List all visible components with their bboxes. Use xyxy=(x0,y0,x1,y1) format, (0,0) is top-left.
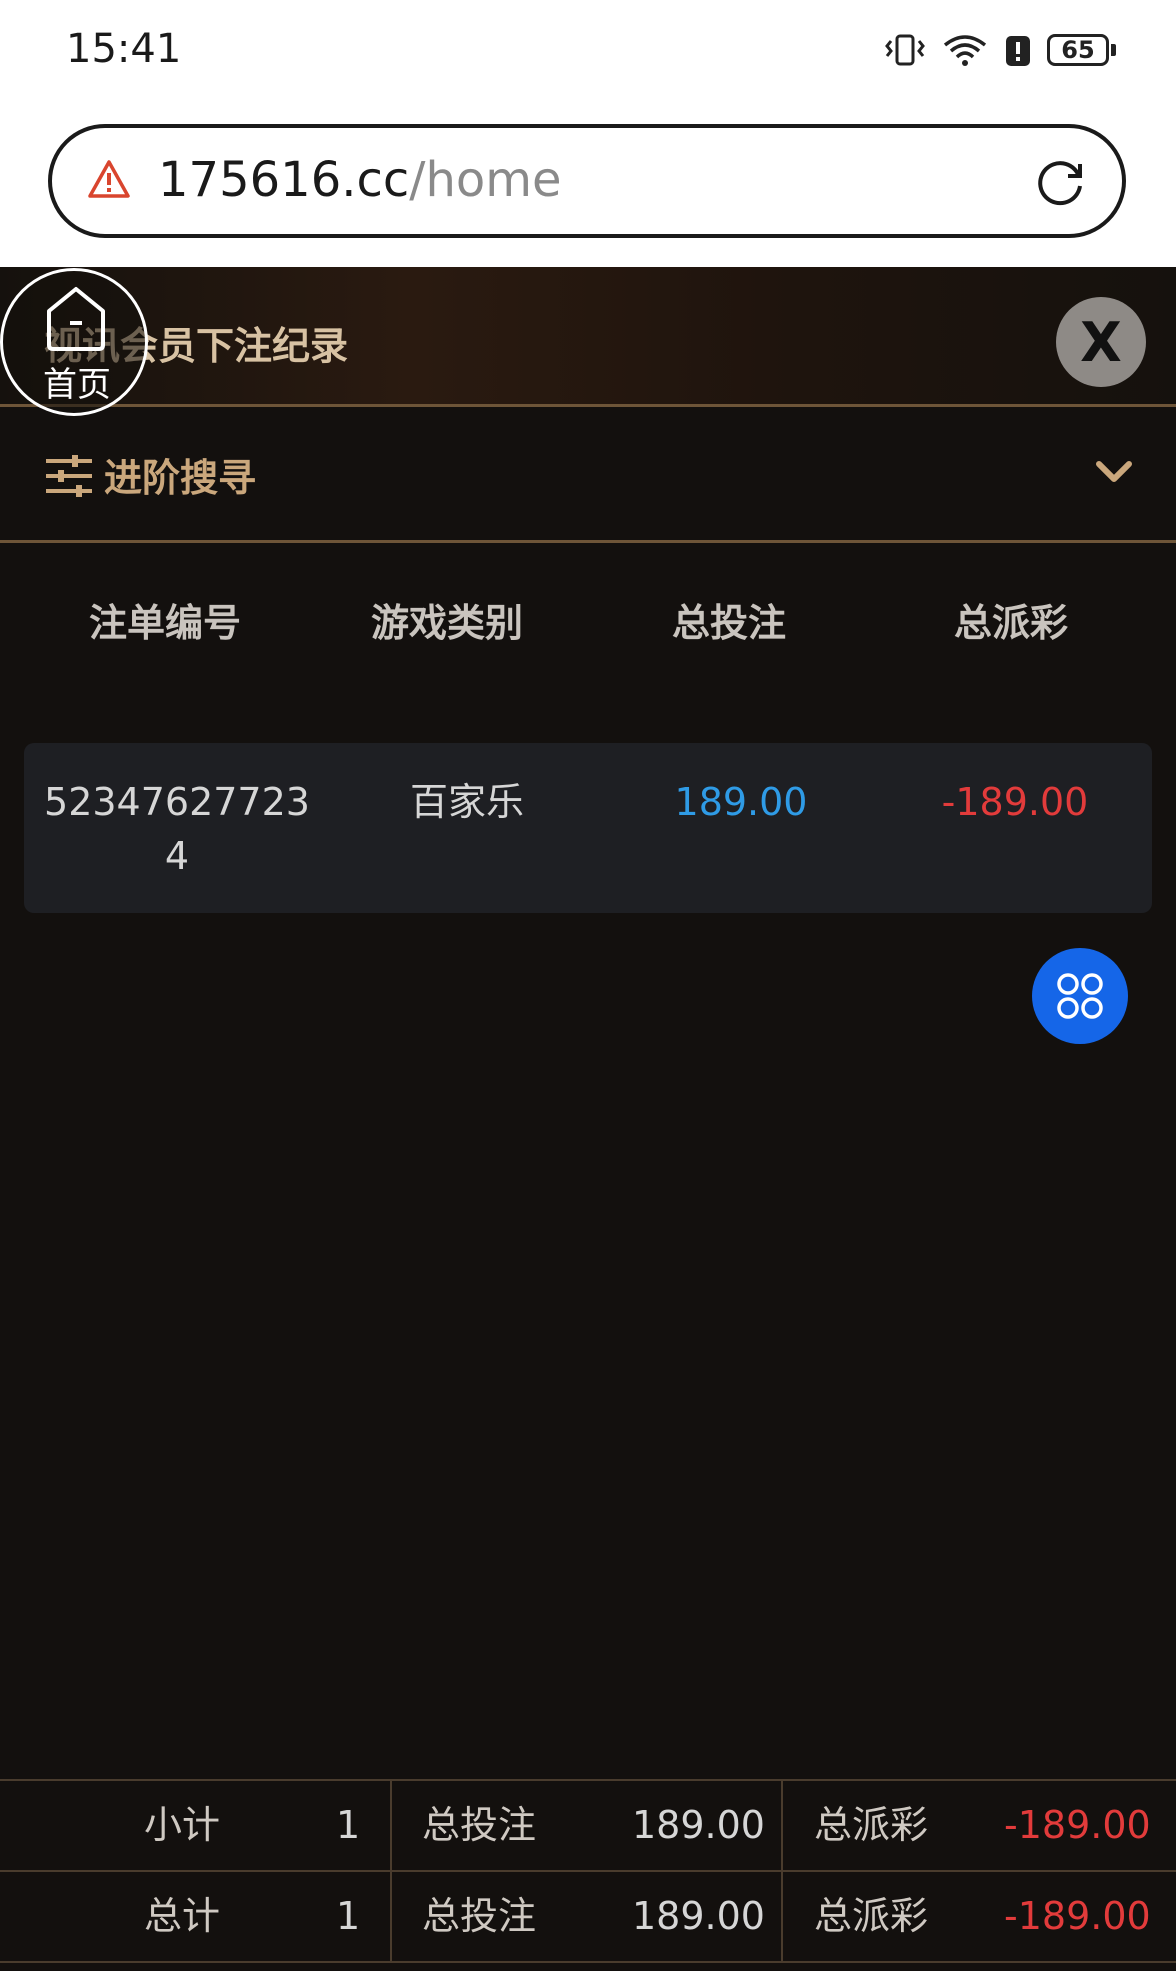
total-count: 1 xyxy=(336,1894,361,1938)
wifi-icon xyxy=(943,35,987,66)
subtotal-label: 小计 xyxy=(144,1803,221,1847)
total-bet: 189.00 xyxy=(632,1894,765,1938)
url-host: 175616.cc xyxy=(158,152,410,208)
summary-table: 小计 1 总投注 189.00 总派彩 -189.00 总计 1 总投注 189… xyxy=(0,1779,1176,1971)
url-path: /home xyxy=(409,152,562,208)
status-bar: 15:41 65 xyxy=(0,0,1176,100)
home-label: 首页 xyxy=(43,365,111,405)
sliders-icon xyxy=(46,455,92,497)
status-time: 15:41 xyxy=(66,26,182,72)
close-button[interactable]: X xyxy=(1056,297,1146,387)
cell-order-id: 523476277234 xyxy=(44,780,310,878)
subtotal-payout: -189.00 xyxy=(1004,1803,1151,1847)
column-header-game-category: 游戏类别 xyxy=(370,601,523,645)
table-row[interactable]: 523476277234 百家乐 189.00 -189.00 xyxy=(24,743,1152,913)
table-header: 注单编号 游戏类别 总投注 总派彩 xyxy=(24,580,1152,666)
total-row: 总计 1 总投注 189.00 总派彩 -189.00 xyxy=(0,1872,1176,1963)
grid-icon xyxy=(1057,973,1103,1019)
floating-menu-button[interactable] xyxy=(1032,948,1128,1044)
advanced-search-toggle[interactable]: 进阶搜寻 xyxy=(0,407,1176,543)
battery-icon: 65 xyxy=(1047,34,1116,66)
page-header: 视讯会员下注纪录 X xyxy=(0,267,1176,407)
battery-level: 65 xyxy=(1047,34,1109,66)
total-payout: -189.00 xyxy=(1004,1894,1151,1938)
cell-game-category: 百家乐 xyxy=(409,780,524,824)
total-label: 总计 xyxy=(144,1894,221,1938)
warning-icon[interactable] xyxy=(86,158,132,200)
home-button[interactable]: 首页 xyxy=(0,268,148,416)
subtotal-count: 1 xyxy=(336,1803,361,1847)
reload-icon[interactable] xyxy=(1032,154,1088,210)
home-icon xyxy=(47,287,105,351)
address-bar[interactable]: 175616.cc/home xyxy=(48,124,1126,238)
column-header-total-bet: 总投注 xyxy=(671,601,786,645)
advanced-search-label: 进阶搜寻 xyxy=(104,456,257,500)
subtotal-bet: 189.00 xyxy=(632,1803,765,1847)
vibrate-icon xyxy=(885,34,925,66)
cell-total-payout: -189.00 xyxy=(941,780,1089,824)
status-icons: 65 xyxy=(883,30,1116,70)
chevron-down-icon[interactable] xyxy=(1094,457,1134,487)
column-header-total-payout: 总派彩 xyxy=(953,601,1068,645)
subtotal-payout-label: 总派彩 xyxy=(814,1803,929,1847)
subtotal-bet-label: 总投注 xyxy=(422,1803,537,1847)
alert-icon xyxy=(1006,36,1030,66)
total-bet-label: 总投注 xyxy=(422,1894,537,1938)
subtotal-row: 小计 1 总投注 189.00 总派彩 -189.00 xyxy=(0,1781,1176,1872)
browser-toolbar: 175616.cc/home xyxy=(0,100,1176,267)
column-header-order-id: 注单编号 xyxy=(88,601,241,645)
url-text[interactable]: 175616.cc/home xyxy=(158,150,562,210)
total-payout-label: 总派彩 xyxy=(814,1894,929,1938)
cell-total-bet: 189.00 xyxy=(674,780,808,824)
